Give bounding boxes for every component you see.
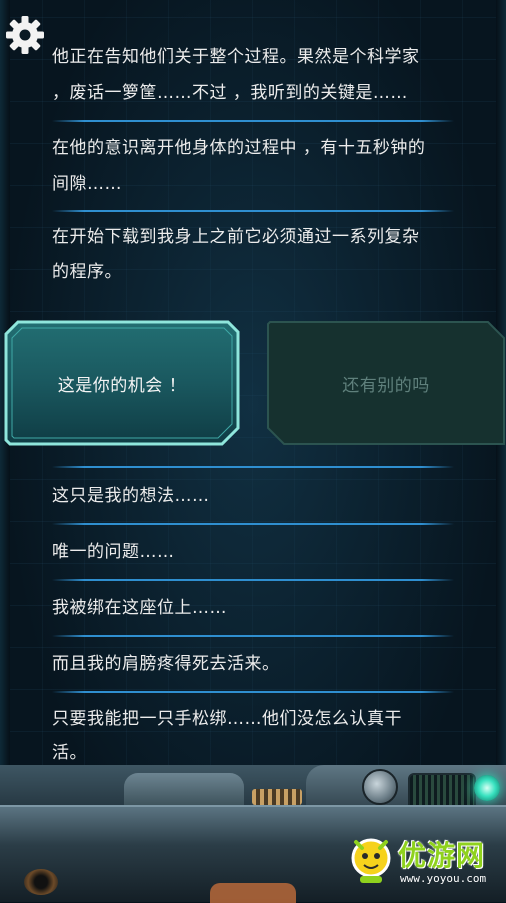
separator <box>52 210 454 212</box>
settings-button[interactable] <box>4 14 46 56</box>
gear-icon <box>6 16 44 54</box>
dialogue-line: 在开始下载到我身上之前它必须通过一系列复杂 <box>52 227 420 247</box>
dialogue-line: 活。 <box>52 743 87 763</box>
separator <box>52 466 454 468</box>
separator <box>52 691 454 693</box>
panel-center-piece <box>210 883 296 903</box>
dialogue-line: 的程序。 <box>52 262 122 282</box>
mascot-logo <box>351 838 391 883</box>
separator <box>52 635 454 637</box>
dialogue-line: 我被绑在这座位上…… <box>52 598 227 618</box>
dialogue-line: 这只是我的想法…… <box>52 486 210 506</box>
dialogue-line: 他正在告知他们关于整个过程。果然是个科学家 <box>52 47 420 67</box>
choice-button-primary[interactable]: 这是你的机会 ！ <box>4 320 240 446</box>
dialogue-line: 间隙…… <box>52 174 122 194</box>
separator <box>52 120 454 122</box>
status-light-icon <box>474 775 500 801</box>
dialogue-line: 唯一的问题…… <box>52 542 175 562</box>
separator <box>52 523 454 525</box>
separator <box>52 579 454 581</box>
choice-label-secondary: 还有别的吗 <box>342 375 430 396</box>
dialogue-line: 在他的意识离开他身体的过程中 ，有十五秒钟的 <box>52 138 426 158</box>
watermark-brand: 优游网 <box>398 839 486 872</box>
panel-button-icon <box>24 869 58 895</box>
watermark-url: www.yoyou.com <box>400 872 487 885</box>
watermark-logo: 优游网 www.yoyou.com <box>348 830 498 892</box>
dial-knob <box>362 769 398 805</box>
wires-graphic <box>252 789 302 805</box>
dialogue-line: 只要我能把一只手松绑……他们没怎么认真干 <box>52 709 402 729</box>
choice-label-primary: 这是你的机会 ！ <box>57 375 187 396</box>
dialogue-line: ，废话一箩筐……不过 ，我听到的关键是…… <box>52 83 408 103</box>
choice-button-secondary[interactable]: 还有别的吗 <box>266 320 506 446</box>
dialogue-line: 而且我的肩膀疼得死去活来。 <box>52 654 280 674</box>
